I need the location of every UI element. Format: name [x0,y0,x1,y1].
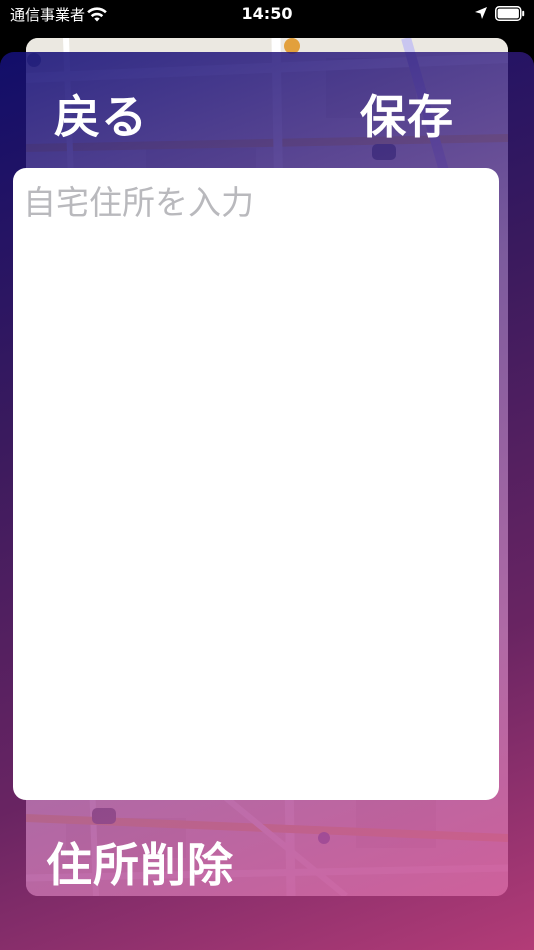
location-arrow-icon [475,7,487,19]
address-input[interactable] [23,182,489,786]
back-button[interactable]: 戻る [54,86,148,148]
save-button[interactable]: 保存 [360,86,454,148]
status-bar: 通信事業者 14:50 [0,0,534,30]
address-input-container [13,168,499,800]
delete-address-button[interactable]: 住所削除 [46,834,234,896]
clock: 14:50 [241,4,293,23]
battery-icon [495,6,525,21]
